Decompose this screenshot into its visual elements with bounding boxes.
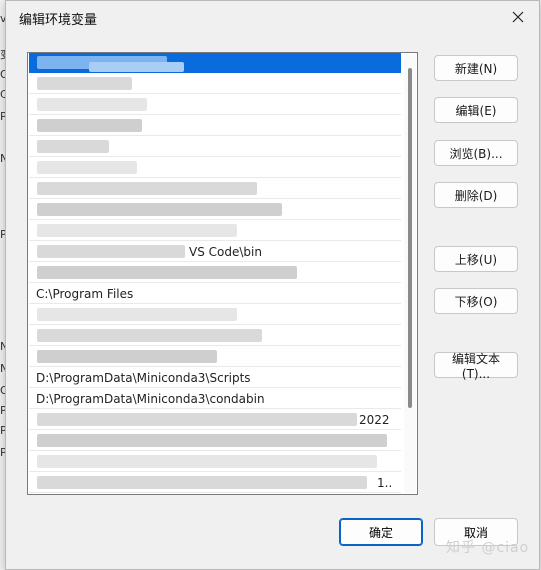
redacted-text <box>37 245 185 258</box>
path-text: C:\Program Files <box>36 287 134 301</box>
redacted-text <box>37 161 137 174</box>
list-item[interactable] <box>29 431 401 451</box>
move-down-button[interactable]: 下移(O) <box>434 288 518 314</box>
path-text: 2022 <box>359 413 390 427</box>
list-item[interactable] <box>29 221 401 241</box>
move-up-button[interactable]: 上移(U) <box>434 246 518 272</box>
path-list[interactable]: VS Code\bin C:\Program Files D:\ProgramD… <box>27 52 418 495</box>
list-item[interactable]: 1.. <box>29 473 401 493</box>
redacted-text <box>37 476 367 489</box>
list-item[interactable] <box>29 263 401 283</box>
list-item[interactable] <box>29 74 401 94</box>
redacted-text <box>37 140 109 153</box>
list-item[interactable] <box>29 200 401 220</box>
list-item[interactable] <box>29 326 401 346</box>
edit-button[interactable]: 编辑(E) <box>434 97 518 123</box>
list-item[interactable] <box>29 305 401 325</box>
list-item[interactable] <box>29 137 401 157</box>
redacted-text <box>37 329 262 342</box>
list-item[interactable] <box>29 116 401 136</box>
scrollbar-thumb[interactable] <box>408 68 412 408</box>
watermark-text: 知乎 @ciao <box>446 540 530 556</box>
redacted-text <box>37 413 357 426</box>
redacted-text <box>37 434 387 447</box>
ok-button[interactable]: 确定 <box>339 518 423 546</box>
redacted-text <box>37 98 147 111</box>
list-scrollbar[interactable] <box>404 54 416 493</box>
redacted-text <box>37 350 217 363</box>
new-button[interactable]: 新建(N) <box>434 55 518 81</box>
list-item[interactable]: 2022 <box>29 410 401 430</box>
list-item[interactable] <box>29 95 401 115</box>
redacted-text <box>37 77 132 90</box>
redacted-text <box>37 203 282 216</box>
redacted-text <box>37 266 297 279</box>
list-item[interactable] <box>29 347 401 367</box>
redacted-text <box>37 308 237 321</box>
title-bar[interactable]: 编辑环境变量 <box>6 1 539 33</box>
close-button[interactable] <box>505 5 531 29</box>
list-item[interactable] <box>29 452 401 472</box>
redacted-text <box>37 455 377 468</box>
path-text: D:\ProgramData\Miniconda3\condabin <box>36 392 265 406</box>
list-item-selected[interactable] <box>29 53 401 73</box>
path-text: VS Code\bin <box>189 245 262 259</box>
edit-text-button[interactable]: 编辑文本(T)... <box>434 352 518 381</box>
list-item[interactable]: D:\ProgramData\Miniconda3\Scripts <box>29 368 401 388</box>
redacted-text <box>37 224 237 237</box>
close-icon <box>512 11 524 23</box>
path-text: D:\ProgramData\Miniconda3\Scripts <box>36 371 251 385</box>
delete-button[interactable]: 删除(D) <box>434 182 518 208</box>
edit-environment-variable-dialog: 编辑环境变量 VS Code\bin C:\Program Files D:\P… <box>5 0 540 570</box>
list-item[interactable] <box>29 158 401 178</box>
redacted-text <box>89 62 184 72</box>
list-item[interactable]: D:\ProgramData\Miniconda3\condabin <box>29 389 401 409</box>
redacted-text <box>37 182 257 195</box>
path-text: 1.. <box>377 476 393 490</box>
dialog-title: 编辑环境变量 <box>19 13 98 28</box>
browse-button[interactable]: 浏览(B)... <box>434 140 518 166</box>
list-item[interactable] <box>29 179 401 199</box>
list-item[interactable]: C:\Program Files <box>29 284 401 304</box>
redacted-text <box>37 119 142 132</box>
list-item[interactable]: VS Code\bin <box>29 242 401 262</box>
